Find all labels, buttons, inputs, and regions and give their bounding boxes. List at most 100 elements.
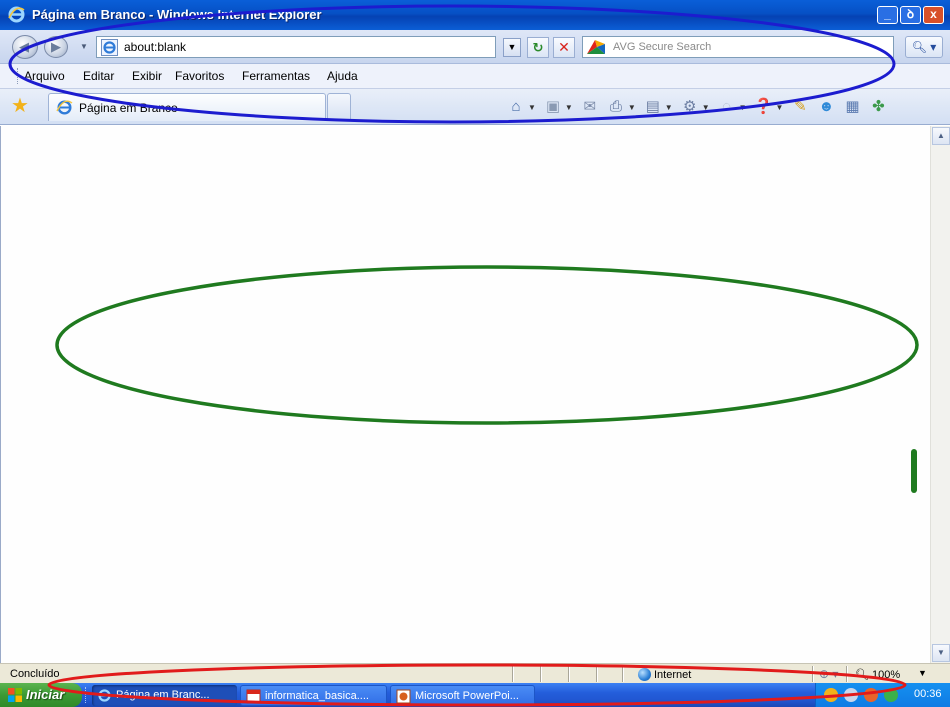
toolbar-icon[interactable]: ▦ [841,96,863,118]
page-icon[interactable]: ▤ [642,96,664,118]
tray-antivirus-icon[interactable] [864,688,878,702]
globe-icon [638,668,651,681]
stop-button[interactable]: ✕ [553,37,575,58]
task-powerpoint[interactable]: Microsoft PowerPoi... [390,685,535,706]
research-dropdown-icon[interactable]: ▼ [739,103,747,112]
zoom-dropdown-icon[interactable]: ▼ [918,668,927,678]
pdf-icon [246,689,261,704]
security-zone[interactable]: Internet [638,668,691,681]
addon-icon[interactable]: ✤ [867,96,889,118]
close-button[interactable]: x [923,6,944,24]
refresh-icon: ↻ [532,40,544,55]
blog-icon[interactable]: ✎ [789,96,811,118]
home-icon[interactable]: ⌂ [505,96,527,118]
print-icon[interactable]: ⎙ [605,96,627,118]
zone-label: Internet [654,668,692,681]
menu-arquivo[interactable]: Arquivo [24,69,65,83]
help-icon[interactable]: ❓ [753,96,775,118]
status-text: Concluído [10,668,60,680]
task-label: Microsoft PowerPoi... [415,690,519,702]
title-bar: Página em Branco - Windows Internet Expl… [0,0,950,30]
research-icon[interactable]: ◌ [716,96,738,118]
menu-favoritos[interactable]: Favoritos [175,69,224,83]
address-url: about:blank [124,40,187,54]
address-row: ◀ ▶ ▼ about:blank ▼ ↻ ✕ AVG Secure Searc… [0,30,950,64]
ie-window: Página em Branco - Windows Internet Expl… [0,0,950,707]
tray-network-icon[interactable] [844,688,858,702]
back-button[interactable]: ◀ [12,35,38,59]
vertical-scrollbar[interactable]: ▲ ▼ [930,126,950,663]
favorites-bar: ★ Página em Branco ⌂ ▼ ▣ ▼ ✉ ⎙ ▼ ▤ ▼ ⚙ ▼ ◌ ▼ ❓… [0,89,950,125]
tools-dropdown-icon[interactable]: ▼ [702,103,710,112]
search-button[interactable]: 🔍︎ ▾ [905,36,943,58]
task-label: informatica_basica.... [265,690,369,702]
minimize-button[interactable]: _ [877,6,898,24]
menu-bar: Arquivo Editar Exibir Favoritos Ferramen… [0,64,950,89]
tab-pagina-em-branco[interactable]: Página em Branco [48,93,326,121]
back-arrow-icon: ◀ [19,39,29,54]
status-divider [846,666,848,682]
task-ie[interactable]: Página em Branc... [92,685,237,706]
system-tray: 00:36 [815,683,950,707]
ie-task-icon [98,689,111,702]
windows-flag-icon [8,688,22,702]
status-divider [596,666,598,682]
history-dropdown-icon[interactable]: ▼ [80,42,88,51]
zoom-level[interactable]: 🔍︎ 100% [855,668,900,681]
tab-label: Página em Branco [79,101,178,115]
stop-icon: ✕ [558,39,570,55]
zoom-value: 100% [872,669,901,681]
tray-shield-icon[interactable] [824,688,838,702]
protected-mode-icon[interactable]: ⊕ ▾ [819,667,838,681]
window-controls: _ ꝺ x [877,6,944,24]
scroll-down-button[interactable]: ▼ [932,644,950,662]
status-divider [540,666,542,682]
window-title: Página em Branco - Windows Internet Expl… [32,7,322,22]
scroll-up-button[interactable]: ▲ [932,127,950,145]
avg-logo-icon [585,38,607,56]
maximize-button[interactable]: ꝺ [900,6,921,24]
feeds-dropdown-icon[interactable]: ▼ [565,103,573,112]
address-dropdown-button[interactable]: ▼ [503,38,521,57]
tools-icon[interactable]: ⚙ [679,96,701,118]
ie-page-icon [101,39,118,56]
page-content-area[interactable] [0,126,930,663]
forward-arrow-icon: ▶ [51,39,61,54]
menu-grip [17,68,20,84]
search-icon: 🔍︎ ▾ [911,40,937,54]
messenger-icon[interactable]: ☻ [815,96,837,118]
taskbar-clock: 00:36 [914,688,942,700]
status-divider [622,666,624,682]
ie-tab-icon [56,100,73,115]
search-field[interactable]: AVG Secure Search [582,36,894,58]
command-bar: ⌂ ▼ ▣ ▼ ✉ ⎙ ▼ ▤ ▼ ⚙ ▼ ◌ ▼ ❓ ▼ ✎ ☻ ▦ ✤ [505,96,893,118]
status-divider [812,666,814,682]
forward-button[interactable]: ▶ [44,36,68,58]
menu-editar[interactable]: Editar [83,69,114,83]
mail-icon[interactable]: ✉ [579,96,601,118]
menu-exibir[interactable]: Exibir [132,69,162,83]
new-tab-button[interactable] [327,93,351,121]
task-pdf[interactable]: informatica_basica.... [240,685,387,706]
start-button[interactable]: Iniciar [0,683,82,707]
print-dropdown-icon[interactable]: ▼ [628,103,636,112]
status-divider [568,666,570,682]
address-field[interactable]: about:blank [96,36,496,58]
taskbar: Iniciar Página em Branc... informatica_b… [0,683,950,707]
taskbar-grip [85,687,88,703]
tray-update-icon[interactable] [884,688,898,702]
start-label: Iniciar [26,687,65,702]
page-dropdown-icon[interactable]: ▼ [665,103,673,112]
search-placeholder: AVG Secure Search [613,41,712,53]
help-dropdown-icon[interactable]: ▼ [776,103,784,112]
menu-ferramentas[interactable]: Ferramentas [242,69,310,83]
feeds-icon[interactable]: ▣ [542,96,564,118]
task-label: Página em Branc... [116,689,210,701]
powerpoint-icon [396,689,411,704]
status-divider [512,666,514,682]
ie-logo-icon [8,6,25,23]
refresh-button[interactable]: ↻ [527,37,549,58]
home-dropdown-icon[interactable]: ▼ [528,103,536,112]
menu-ajuda[interactable]: Ajuda [327,69,358,83]
favorites-star-icon[interactable]: ★ [11,96,29,116]
